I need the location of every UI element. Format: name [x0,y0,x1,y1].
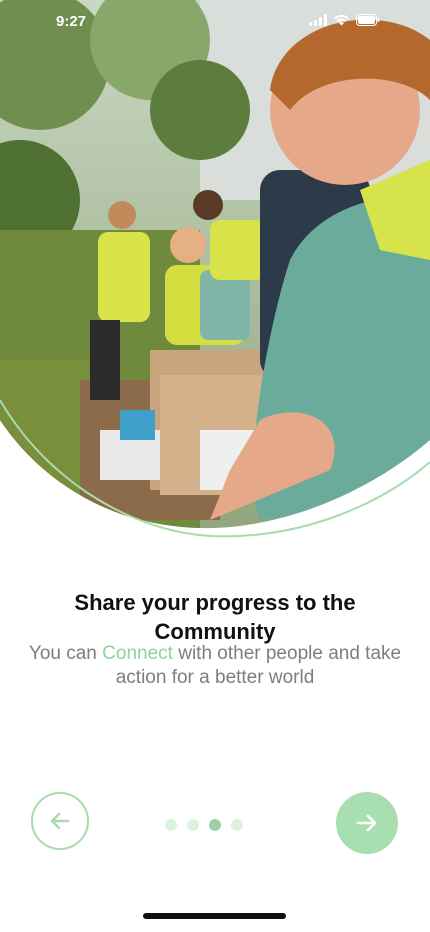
volunteers-photo [0,0,430,538]
subtitle-text-before: You can [28,643,103,664]
page-indicator-dot[interactable] [231,819,243,831]
arrow-left-icon [50,812,70,830]
hero-image [0,0,430,560]
status-bar: 9:27 [0,0,430,44]
home-indicator [143,913,286,919]
battery-icon [356,14,380,26]
onboarding-title: Share your progress to the Community [74,590,356,644]
page-indicator [165,819,243,831]
wifi-icon [334,14,349,26]
page-indicator-dot-active[interactable] [209,819,221,831]
arrow-right-icon [356,814,377,832]
previous-button[interactable] [31,792,89,850]
page-indicator-dot[interactable] [187,819,199,831]
status-time: 9:27 [56,13,87,30]
status-icons [309,14,380,26]
subtitle-highlight-connect: Connect [102,643,173,664]
onboarding-subtitle: You can Connect with other people and ta… [20,642,410,690]
cellular-signal-icon [309,14,327,26]
page-indicator-dot[interactable] [165,819,177,831]
next-button[interactable] [336,792,398,854]
